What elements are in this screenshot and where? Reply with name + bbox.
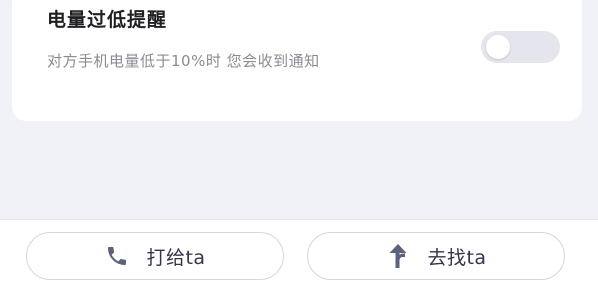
call-button[interactable]: 打给ta bbox=[26, 232, 284, 280]
bottom-action-bar: 打给ta 去找ta bbox=[0, 219, 598, 287]
phone-icon bbox=[104, 243, 130, 269]
toggle-knob bbox=[486, 35, 510, 59]
reminder-description: 对方手机电量低于10%时 您会收到通知 bbox=[47, 52, 320, 70]
find-button-label: 去找ta bbox=[427, 246, 487, 269]
low-battery-reminder-card: 电量过低提醒 对方手机电量低于10%时 您会收到通知 bbox=[12, 0, 582, 121]
reminder-toggle[interactable] bbox=[481, 31, 560, 63]
find-button[interactable]: 去找ta bbox=[307, 232, 565, 280]
direction-icon bbox=[385, 243, 411, 269]
call-button-label: 打给ta bbox=[146, 246, 206, 269]
reminder-title: 电量过低提醒 bbox=[47, 9, 168, 31]
